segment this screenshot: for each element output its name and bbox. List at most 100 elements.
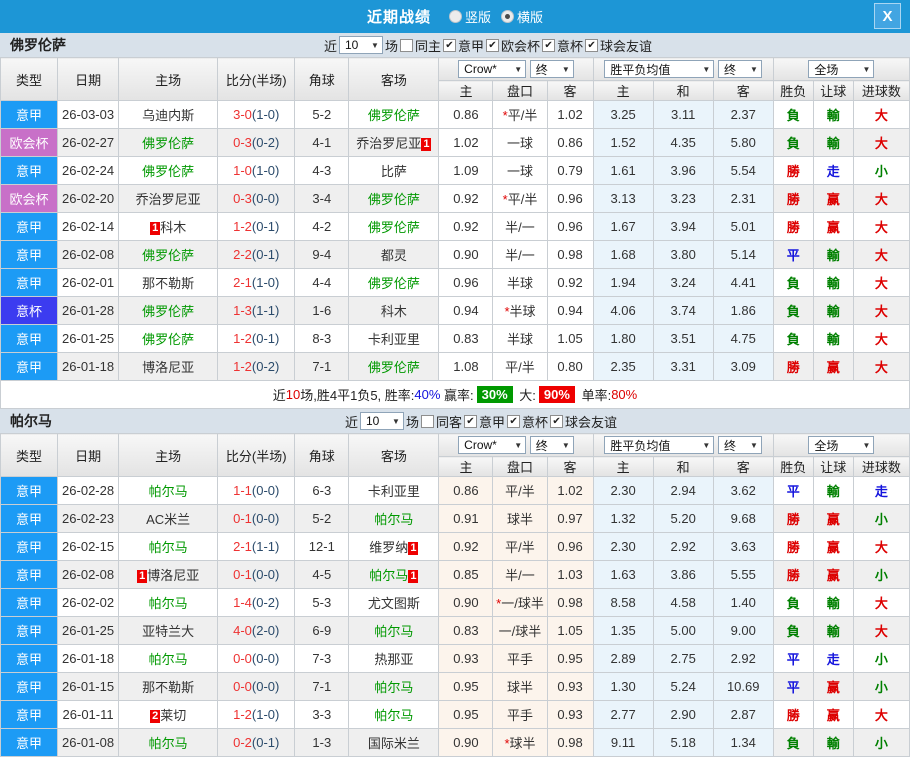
avg-win: 1.63 [593,561,653,589]
team-label: 佛罗伦萨 [368,192,420,207]
match-count-value: 10 [366,414,379,428]
avg-lose: 5.01 [713,213,773,241]
odds-home: 0.90 [439,729,493,757]
odds-away: 1.05 [547,617,593,645]
team-label: 帕尔马 [374,680,413,695]
result-handicap: 赢 [813,353,853,381]
result-wdl: 勝 [773,353,813,381]
scope-select[interactable]: 全场▼ [808,60,874,78]
avg-lose: 3.09 [713,353,773,381]
halftime-score: (0-0) [252,679,279,694]
halftime-score: (0-0) [252,191,279,206]
corner-score: 4-4 [295,269,349,297]
horizontal-mode-radio[interactable] [501,10,514,23]
avg-win: 1.32 [593,505,653,533]
result-goals: 小 [853,561,909,589]
summary-part: 近 [273,385,286,404]
corner-score: 4-3 [295,157,349,185]
team-rank-badge: 1 [421,138,431,151]
match-row: 欧会杯26-02-27佛罗伦萨0-3(0-2)4-1乔治罗尼亚11.02一球0.… [1,129,910,157]
odds-time-select[interactable]: 终▼ [530,436,574,454]
result-goals: 大 [853,269,909,297]
avg-win: 1.52 [593,129,653,157]
result-wdl: 負 [773,269,813,297]
league-filter-checkbox[interactable] [464,415,477,428]
match-row: 意甲26-02-02帕尔马1-4(0-2)5-3尤文图斯0.90*一/球半0.9… [1,589,910,617]
vertical-mode-radio[interactable] [449,10,462,23]
wdl-time-select[interactable]: 终▼ [718,436,762,454]
league-filter-checkbox[interactable] [550,415,563,428]
avg-lose: 2.92 [713,645,773,673]
corner-score: 3-4 [295,185,349,213]
match-score: 0-1(0-0) [218,505,295,533]
odds-source-select[interactable]: Crow*▼ [458,436,526,454]
match-count-select[interactable]: 10▼ [339,36,383,54]
team-section-parma: 帕尔马 近10▼场同客意甲意杯球会友谊 类型 日期 主场 比分(半场) 角球 客… [0,409,910,757]
league-filter-checkbox[interactable] [443,39,456,52]
league-badge: 意杯 [1,297,58,325]
match-row: 意甲26-01-18帕尔马0-0(0-0)7-3热那亚0.93平手0.952.8… [1,645,910,673]
halftime-score: (1-1) [252,303,279,318]
home-team: 乌迪内斯 [119,101,218,129]
league-badge: 意甲 [1,505,58,533]
section-bar: 佛罗伦萨 近10▼场同主意甲欧会杯意杯球会友谊 [0,33,910,57]
match-score: 2-1(1-0) [218,269,295,297]
avg-win: 3.13 [593,185,653,213]
league-badge: 意甲 [1,645,58,673]
wdl-average-select[interactable]: 胜平负均值▼ [604,436,714,454]
chevron-down-icon: ▼ [702,65,710,74]
same-venue-checkbox[interactable] [400,39,413,52]
match-score: 2-2(0-1) [218,241,295,269]
avg-draw: 3.80 [653,241,713,269]
scope-value: 全场 [814,437,838,454]
league-filter-checkbox[interactable] [507,415,520,428]
league-badge: 意甲 [1,269,58,297]
odds-home: 0.93 [439,645,493,673]
sub-col-result-wdl: 胜负 [773,457,813,477]
wdl-average-select[interactable]: 胜平负均值▼ [604,60,714,78]
team-rank-badge: 1 [408,570,418,583]
corner-score: 6-3 [295,477,349,505]
match-date: 26-01-28 [58,297,119,325]
scope-select[interactable]: 全场▼ [808,436,874,454]
team-label: 科木 [160,220,186,235]
league-filter-checkbox[interactable] [486,39,499,52]
match-score: 1-4(0-2) [218,589,295,617]
match-date: 26-02-20 [58,185,119,213]
wdl-time-select[interactable]: 终▼ [718,60,762,78]
odds-source-select[interactable]: Crow*▼ [458,60,526,78]
same-venue-checkbox[interactable] [421,415,434,428]
horizontal-mode-label: 横版 [517,7,543,26]
league-filter-checkbox[interactable] [585,39,598,52]
match-count-value: 10 [345,38,358,52]
halftime-score: (0-2) [252,595,279,610]
home-team: 乔治罗尼亚 [119,185,218,213]
away-team: 科木 [349,297,439,325]
odds-away: 1.05 [547,325,593,353]
handicap: 平/半 [493,533,547,561]
layout-mode-radios: 竖版 横版 [439,7,543,26]
halftime-score: (0-1) [252,219,279,234]
match-date: 26-02-28 [58,477,119,505]
odds-home: 0.95 [439,701,493,729]
matches-table: 类型 日期 主场 比分(半场) 角球 客场 Crow*▼ 终▼ 胜平负均值▼ 终… [0,433,910,757]
odds-source-value: Crow* [464,438,497,452]
result-wdl: 負 [773,101,813,129]
league-badge: 意甲 [1,673,58,701]
close-button[interactable]: X [874,3,901,29]
league-filter-checkbox[interactable] [542,39,555,52]
match-row: 意甲26-02-23AC米兰0-1(0-0)5-2帕尔马0.91球半0.971.… [1,505,910,533]
halftime-score: (0-2) [252,359,279,374]
odds-time-select[interactable]: 终▼ [530,60,574,78]
league-filter-label: 意杯 [522,412,548,431]
odds-home: 1.02 [439,129,493,157]
halftime-score: (1-0) [252,107,279,122]
match-date: 26-01-25 [58,325,119,353]
match-count-select[interactable]: 10▼ [360,412,404,430]
halftime-score: (0-2) [252,135,279,150]
sub-col-handicap: 盘口 [493,81,547,101]
col-header-home: 主场 [119,434,218,477]
halftime-score: (0-0) [252,483,279,498]
match-row: 意甲26-02-141科木1-2(0-1)4-2佛罗伦萨0.92半/一0.961… [1,213,910,241]
avg-win: 2.77 [593,701,653,729]
